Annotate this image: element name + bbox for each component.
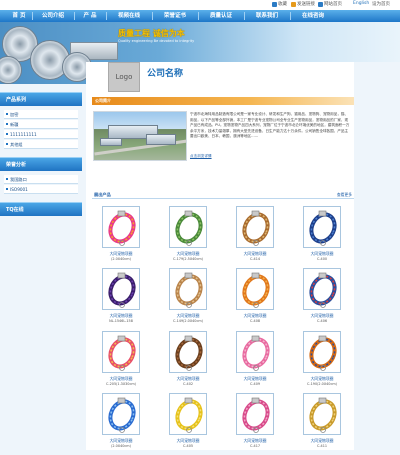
steel-coil — [0, 56, 22, 84]
company-logo: Logo — [108, 62, 140, 92]
product-code: C-400 — [316, 257, 328, 261]
product-image[interactable] — [303, 331, 341, 373]
product-card[interactable]: 大同宠物项圈 C-205(1.3X30cm) — [93, 331, 149, 393]
product-code: C-406 — [316, 319, 328, 323]
product-image[interactable] — [236, 393, 274, 435]
product-code: C-402 — [182, 382, 194, 386]
product-image[interactable] — [169, 331, 207, 373]
product-card[interactable]: 大同宠物项圈 C-411 — [294, 393, 350, 455]
right-margin — [354, 62, 400, 450]
nav-products[interactable]: 产 品 — [76, 10, 104, 22]
nav-divider — [106, 12, 107, 20]
product-code: (2.0X40cm) — [111, 444, 131, 448]
top-link-english[interactable]: English — [353, 1, 369, 6]
sidebar-item[interactable]: 我国路口 — [4, 175, 78, 184]
favorite-icon[interactable] — [272, 2, 277, 7]
nav-divider — [32, 12, 33, 20]
top-bar: 收藏 发送链接 网站首页 English 设为首页 — [0, 0, 400, 10]
product-code: C-408 — [249, 319, 261, 323]
sidebar-heading-online[interactable]: TQ在线 — [0, 202, 82, 216]
banner-slogan: 质量工程 诚信为本 — [118, 29, 185, 38]
product-code: C-149(2.0X40cm) — [173, 319, 203, 323]
product-card[interactable]: 大同宠物项圈 C-400 — [294, 206, 350, 268]
sidebar-item[interactable]: 1111111111 — [4, 130, 78, 139]
product-image[interactable] — [102, 393, 140, 435]
products-title: 展出产品 — [94, 192, 111, 197]
sidebar-item[interactable]: 其他组 — [4, 140, 78, 149]
nav-consult[interactable]: 在线咨询 — [292, 10, 334, 22]
product-image[interactable] — [169, 206, 207, 248]
sidebar-item[interactable]: ISO9001 — [4, 185, 78, 194]
product-image[interactable] — [236, 331, 274, 373]
products-header: 展出产品 查看更多 — [92, 191, 354, 199]
product-code: C-417 — [249, 444, 261, 448]
nav-divider — [198, 12, 199, 20]
product-card[interactable]: 大同宠物项圈 C-149(2.0X40cm) — [160, 268, 216, 330]
product-image[interactable] — [303, 268, 341, 310]
nav-divider — [74, 12, 75, 20]
product-image[interactable] — [303, 206, 341, 248]
intro-more-link[interactable]: 点击浏览详情 — [190, 154, 212, 159]
product-code: C-405 — [182, 444, 194, 448]
send-link-icon[interactable] — [291, 2, 296, 7]
product-code: C-409 — [249, 382, 261, 386]
home-icon[interactable] — [318, 2, 323, 7]
product-card[interactable]: 大同宠物项圈 C-414 — [227, 206, 283, 268]
product-image[interactable] — [102, 206, 140, 248]
sidebar: 产品系列 加密 新疆 1111111111 其他组 荣誉分析 我国路口 ISO9… — [0, 92, 82, 220]
nav-divider — [244, 12, 245, 20]
top-link-sethome[interactable]: 设为首页 — [372, 1, 390, 7]
product-card[interactable]: 大同宠物项圈 C-402 — [160, 331, 216, 393]
product-code: C-414 — [249, 257, 261, 261]
top-link-send[interactable]: 发送链接 — [297, 1, 315, 7]
product-code: (2.0X40cm) — [111, 257, 131, 261]
product-card[interactable]: 大同宠物项圈 C-179(2.5X40cm) — [160, 206, 216, 268]
product-image[interactable] — [236, 206, 274, 248]
top-link-home[interactable]: 网站首页 — [324, 1, 342, 7]
nav-divider — [152, 12, 153, 20]
main-nav: 首 页 公司介绍 产 品 视频在线 荣誉证书 质量认证 联系我们 在线咨询 — [0, 10, 400, 22]
product-image[interactable] — [169, 268, 207, 310]
product-code: C-179(2.5X40cm) — [173, 257, 203, 261]
factory-building — [100, 138, 122, 146]
sidebar-heading-honors: 荣誉分析 — [0, 157, 82, 171]
product-image[interactable] — [102, 331, 140, 373]
product-image[interactable] — [102, 268, 140, 310]
product-code: C-190(2.0X40cm) — [307, 382, 337, 386]
nav-honors[interactable]: 荣誉证书 — [154, 10, 196, 22]
nav-video[interactable]: 视频在线 — [108, 10, 150, 22]
factory-building — [146, 134, 176, 145]
sidebar-heading-products: 产品系列 — [0, 92, 82, 106]
nav-home[interactable]: 首 页 — [6, 10, 32, 22]
nav-contact[interactable]: 联系我们 — [246, 10, 288, 22]
product-card[interactable]: 大同宠物项圈 C-406 — [294, 268, 350, 330]
product-card[interactable]: 大同宠物项圈 C-405 — [160, 393, 216, 455]
factory-photo — [93, 111, 187, 161]
intro-section-title: 公司简介 — [92, 97, 354, 105]
product-card[interactable]: 大同宠物项圈 C-409 — [227, 331, 283, 393]
nav-company-intro[interactable]: 公司介绍 — [34, 10, 72, 22]
sidebar-item[interactable]: 加密 — [4, 110, 78, 119]
product-card[interactable]: 大同宠物项圈 C-190(2.0X40cm) — [294, 331, 350, 393]
product-card[interactable]: 大同宠物项圈 C-408 — [227, 268, 283, 330]
products-more-link[interactable]: 查看更多 — [337, 192, 352, 198]
nav-divider — [290, 12, 291, 20]
product-code: NL-1546L-158 — [109, 319, 133, 323]
product-code: C-205(1.3X30cm) — [106, 382, 136, 386]
product-image[interactable] — [169, 393, 207, 435]
sidebar-item[interactable]: 新疆 — [4, 120, 78, 129]
product-code: C-411 — [316, 444, 328, 448]
product-image[interactable] — [303, 393, 341, 435]
product-card[interactable]: 大同宠物项圈 C-417 — [227, 393, 283, 455]
nav-quality[interactable]: 质量认证 — [200, 10, 242, 22]
product-card[interactable]: 大同宠物项圈 NL-1546L-158 — [93, 268, 149, 330]
product-image[interactable] — [236, 268, 274, 310]
intro-text: 宁波市北海特用品制造有限公司是一家专业设计、研发和生产狗、猫用品、宠物狗、宠物用… — [190, 112, 350, 138]
product-card[interactable]: 大同宠物项圈 (2.0X40cm) — [93, 393, 149, 455]
company-name: 公司名称 — [147, 69, 184, 79]
top-link-favorite[interactable]: 收藏 — [278, 1, 287, 7]
product-card[interactable]: 大同宠物项圈 (2.0X40cm) — [93, 206, 149, 268]
banner-slogan-english: Quality engineering Be devoted to integr… — [118, 39, 195, 43]
